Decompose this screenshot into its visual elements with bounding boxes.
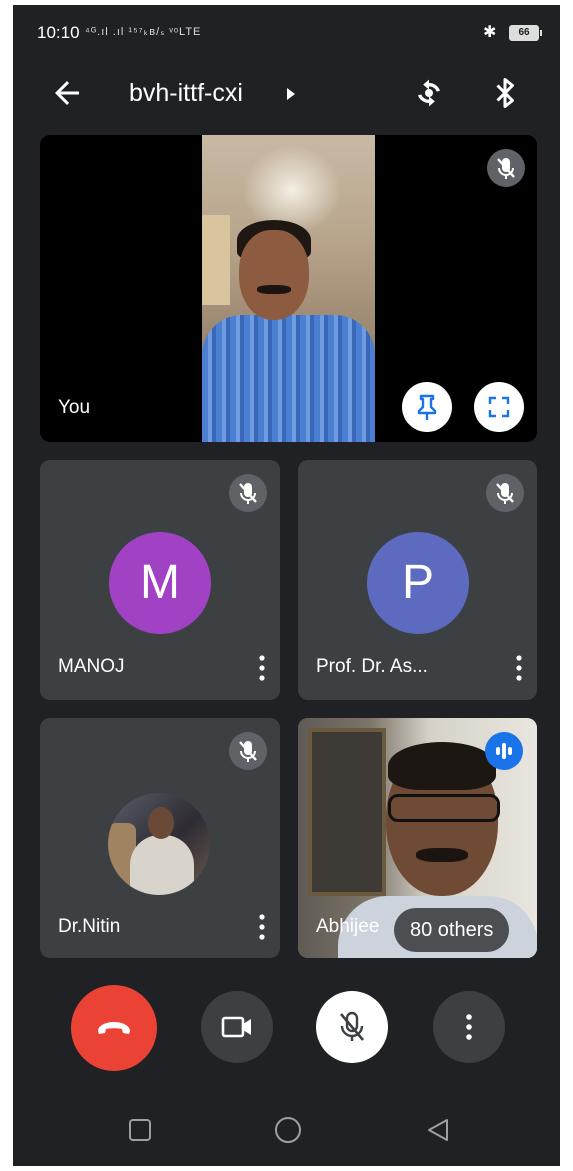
avatar: M — [109, 532, 211, 634]
more-vert-icon — [259, 655, 265, 681]
speaking-badge — [485, 732, 523, 770]
camera-toggle-button[interactable] — [201, 991, 273, 1063]
bluetooth-icon — [496, 78, 514, 108]
speaking-icon — [496, 743, 512, 759]
call-end-icon — [98, 1022, 130, 1034]
mute-badge — [486, 474, 524, 512]
fullscreen-icon — [488, 396, 510, 418]
mic-off-icon — [239, 483, 257, 504]
more-options-button[interactable] — [433, 991, 505, 1063]
self-mute-badge — [487, 149, 525, 187]
call-controls — [13, 985, 560, 1075]
mic-off-icon — [340, 1011, 364, 1041]
status-time: 10:10 — [37, 23, 80, 42]
square-icon[interactable] — [127, 1117, 153, 1143]
participant-options-button[interactable] — [254, 912, 270, 942]
back-arrow-icon — [55, 81, 79, 105]
participant-name: Dr.Nitin — [58, 916, 121, 937]
mute-badge — [229, 732, 267, 770]
meet-screen: 10:10 ⁴ᴳ.ıl .ıl ¹⁵⁷ₖʙ/ₛ ᵛᵒLTE ✱ 66 bvh-i… — [13, 5, 560, 1166]
battery-indicator: 66 — [509, 25, 542, 41]
fullscreen-button[interactable] — [474, 382, 524, 432]
triangle-back-icon[interactable] — [425, 1117, 451, 1143]
system-nav-bar — [13, 1095, 560, 1166]
meeting-code[interactable]: bvh-ittf-cxi — [129, 79, 243, 108]
more-vert-icon — [466, 1014, 472, 1040]
avatar: P — [367, 532, 469, 634]
participant-options-button[interactable] — [511, 653, 527, 683]
participant-tile-prof[interactable]: P Prof. Dr. As... — [298, 460, 537, 700]
switch-camera-button[interactable] — [409, 73, 449, 113]
self-video-feed — [202, 135, 375, 442]
bluetooth-status-icon: ✱ — [483, 24, 497, 41]
status-bar: 10:10 ⁴ᴳ.ıl .ıl ¹⁵⁷ₖʙ/ₛ ᵛᵒLTE ✱ 66 — [13, 5, 560, 57]
camera-flip-icon — [418, 79, 440, 107]
others-count-button[interactable]: 80 others — [394, 908, 510, 952]
end-call-button[interactable] — [71, 985, 157, 1071]
pin-button[interactable] — [402, 382, 452, 432]
app-bar: bvh-ittf-cxi — [13, 65, 560, 121]
self-name-label: You — [58, 397, 91, 418]
back-button[interactable] — [49, 75, 85, 111]
play-caret-icon[interactable] — [285, 87, 297, 101]
self-video-tile[interactable]: You — [40, 135, 537, 442]
more-vert-icon — [259, 914, 265, 940]
pin-icon — [417, 394, 437, 420]
bluetooth-button[interactable] — [487, 73, 523, 113]
circle-icon[interactable] — [273, 1115, 303, 1145]
participant-options-button[interactable] — [254, 653, 270, 683]
participant-tile-nitin[interactable]: Dr.Nitin — [40, 718, 280, 958]
participant-tile-abhijeet[interactable]: Abhijee 80 others — [298, 718, 537, 958]
participant-name: MANOJ — [58, 656, 125, 677]
mute-badge — [229, 474, 267, 512]
participant-name: Abhijee — [316, 916, 380, 937]
participant-name: Prof. Dr. As... — [316, 656, 428, 677]
avatar — [108, 793, 210, 895]
mic-off-icon — [239, 741, 257, 762]
videocam-icon — [221, 1016, 251, 1038]
mic-off-icon — [496, 483, 514, 504]
more-vert-icon — [516, 655, 522, 681]
network-indicator: ⁴ᴳ.ıl .ıl ¹⁵⁷ₖʙ/ₛ ᵛᵒLTE — [85, 26, 202, 38]
mic-off-icon — [497, 158, 515, 179]
microphone-toggle-button[interactable] — [316, 991, 388, 1063]
participant-tile-manoj[interactable]: M MANOJ — [40, 460, 280, 700]
